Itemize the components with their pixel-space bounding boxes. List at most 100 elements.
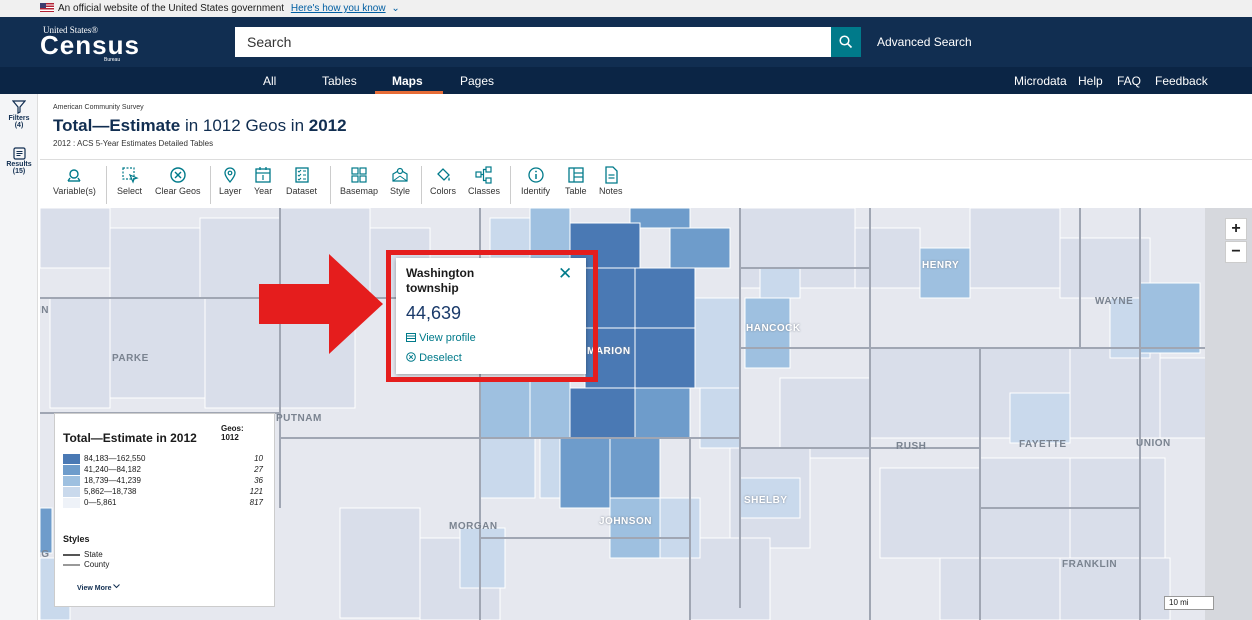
- search-icon: [839, 35, 853, 49]
- legend-count: 27: [254, 465, 263, 474]
- legend-style-state: State: [63, 550, 163, 560]
- clear-geos-label: Clear Geos: [155, 186, 201, 196]
- county-label: FAYETTE: [1019, 439, 1067, 450]
- advanced-search-link[interactable]: Advanced Search: [877, 35, 972, 49]
- legend-count: 36: [254, 476, 263, 485]
- dataset-icon: [294, 167, 309, 183]
- county-label: MORGAN: [449, 521, 498, 532]
- clear-icon: [170, 167, 186, 183]
- clear-geos-button[interactable]: Clear Geos: [155, 166, 201, 196]
- gov-banner-text: An official website of the United States…: [58, 3, 285, 14]
- filter-icon: [12, 100, 26, 114]
- tab-all[interactable]: All: [263, 74, 276, 88]
- county-label: IG: [40, 549, 50, 560]
- legend-swatch: [63, 454, 80, 464]
- legend-swatch: [63, 476, 80, 486]
- gov-banner: An official website of the United States…: [0, 0, 1252, 17]
- search-button[interactable]: [831, 27, 861, 57]
- county-label: PARKE: [112, 353, 149, 364]
- notes-icon: [605, 166, 618, 184]
- select-button[interactable]: Select: [117, 166, 142, 196]
- page-title: Total—Estimate in 1012 Geos in 2012: [53, 116, 347, 136]
- county-line-icon: [63, 564, 80, 566]
- identify-label: Identify: [521, 186, 551, 196]
- location-pin-icon: [224, 167, 236, 184]
- toolbar-separator: [210, 166, 211, 204]
- nav-help[interactable]: Help: [1078, 74, 1103, 88]
- title-variable: Total—Estimate: [53, 116, 181, 135]
- year-label: Year: [254, 186, 273, 196]
- style-icon: [392, 167, 408, 182]
- nav-microdata[interactable]: Microdata: [1014, 74, 1067, 88]
- county-label: JOHNSON: [599, 516, 652, 527]
- filters-button[interactable]: Filters (4): [0, 100, 38, 129]
- notes-button[interactable]: Notes: [599, 166, 623, 196]
- legend-range: 84,183—162,550: [84, 454, 146, 463]
- title-year: 2012: [308, 116, 347, 135]
- colors-button[interactable]: Colors: [430, 166, 456, 196]
- classes-button[interactable]: Classes: [468, 166, 500, 196]
- county-label: WAYNE: [1095, 296, 1134, 307]
- toolbar-separator: [421, 166, 422, 204]
- identify-button[interactable]: Identify: [521, 166, 550, 196]
- view-more-button[interactable]: View More: [77, 584, 121, 592]
- basemap-button[interactable]: Basemap: [340, 166, 378, 196]
- chevron-down-icon[interactable]: ⌄: [391, 3, 399, 14]
- layer-button[interactable]: Layer: [219, 166, 242, 196]
- zoom-out-button[interactable]: −: [1225, 241, 1247, 263]
- zoom-in-button[interactable]: +: [1225, 218, 1247, 240]
- title-geos: in 1012 Geos in: [180, 116, 309, 135]
- us-flag-icon: [40, 3, 54, 12]
- legend-class-row: 41,240—84,182 27: [63, 465, 263, 475]
- main-nav: All Tables Maps Pages Microdata Help FAQ…: [0, 67, 1252, 94]
- results-button[interactable]: Results (15): [0, 147, 38, 175]
- left-rail: Filters (4) Results (15): [0, 94, 38, 620]
- table-icon: [568, 167, 584, 183]
- calendar-icon: [255, 167, 271, 183]
- classes-label: Classes: [468, 186, 501, 196]
- legend-county-label: County: [84, 560, 110, 569]
- legend-count: 121: [249, 487, 263, 496]
- legend-class-row: 0—5,861 817: [63, 498, 263, 508]
- table-button[interactable]: Table: [565, 166, 587, 196]
- year-button[interactable]: Year: [254, 166, 272, 196]
- county-label: HANCOCK: [746, 323, 801, 334]
- chevron-down-icon: [113, 584, 121, 589]
- legend-count: 817: [249, 498, 263, 507]
- dataset-button[interactable]: Dataset: [286, 166, 317, 196]
- legend-swatch: [63, 465, 80, 475]
- table-label: Table: [565, 186, 587, 196]
- nav-faq[interactable]: FAQ: [1117, 74, 1141, 88]
- style-button[interactable]: Style: [390, 166, 410, 196]
- heres-how-you-know-link[interactable]: Here's how you know: [291, 3, 386, 14]
- style-label: Style: [390, 186, 411, 196]
- legend-state-label: State: [84, 550, 103, 559]
- logo-bureau-text: Bureau: [104, 57, 121, 63]
- tab-maps[interactable]: Maps: [392, 74, 423, 88]
- legend-range: 41,240—84,182: [84, 465, 141, 474]
- map-legend: Total—Estimate in 2012 Geos: 1012 84,183…: [54, 413, 275, 607]
- legend-geos: Geos: 1012: [221, 424, 244, 442]
- tab-pages[interactable]: Pages: [460, 74, 494, 88]
- variables-button[interactable]: Variable(s): [53, 166, 96, 196]
- classes-icon: [475, 166, 492, 184]
- legend-style-county: County: [63, 560, 163, 570]
- legend-geos-label: Geos:: [221, 424, 244, 433]
- tab-tables[interactable]: Tables: [322, 74, 357, 88]
- filters-count: (4): [14, 122, 24, 129]
- active-tab-indicator: [375, 91, 443, 94]
- divider: [40, 159, 1252, 160]
- select-icon: [121, 167, 139, 184]
- nav-feedback[interactable]: Feedback: [1155, 74, 1208, 88]
- info-icon: [527, 167, 544, 183]
- legend-count: 10: [254, 454, 263, 463]
- county-label: FRANKLIN: [1062, 559, 1118, 570]
- select-label: Select: [117, 186, 143, 196]
- search-input[interactable]: [235, 27, 831, 57]
- legend-swatch: [63, 498, 80, 508]
- legend-class-row: 18,739—41,239 36: [63, 476, 263, 486]
- county-label: HENRY: [922, 260, 960, 271]
- dataset-label: Dataset: [286, 186, 318, 196]
- county-label: RUSH: [896, 441, 927, 452]
- notes-label: Notes: [599, 186, 623, 196]
